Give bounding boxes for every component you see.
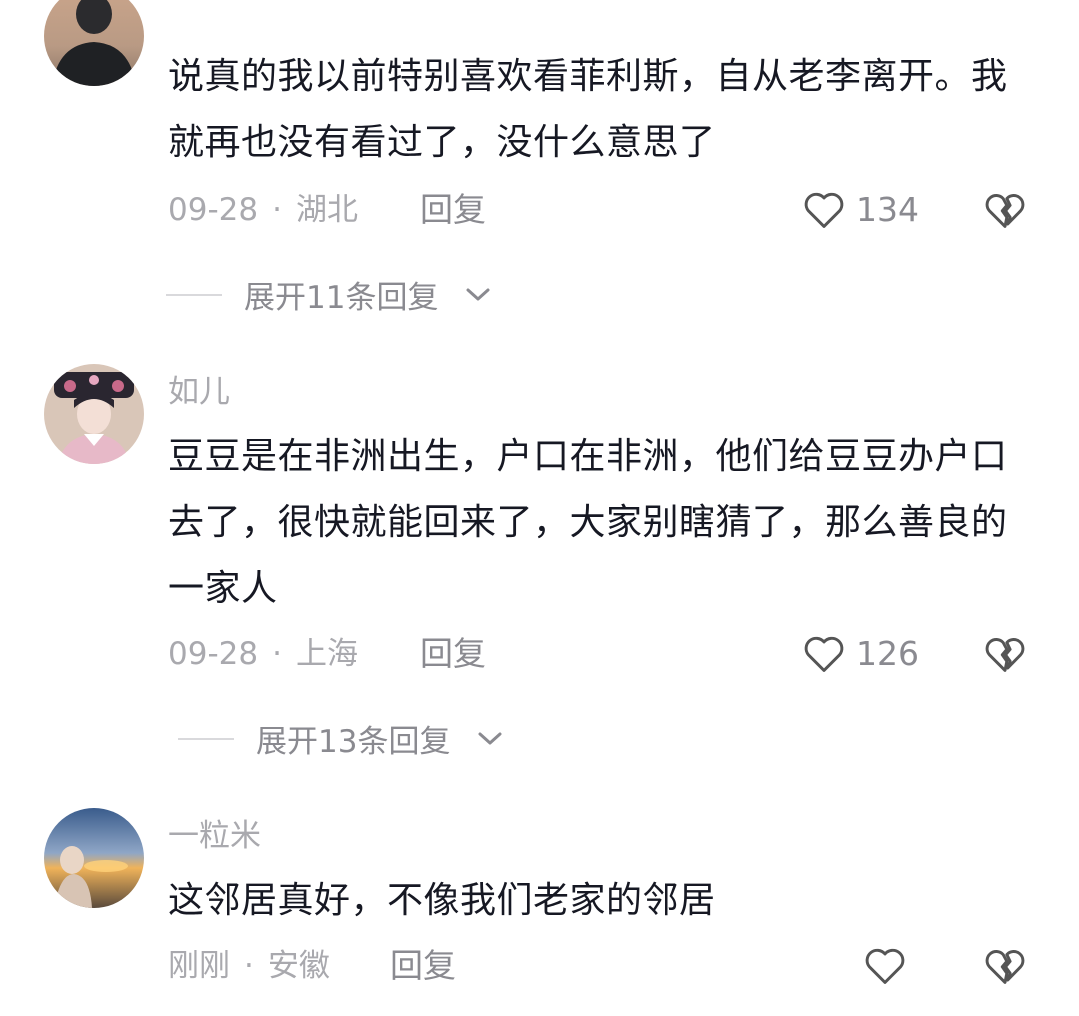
comment-location: 湖北 (295, 192, 358, 228)
comment-text: 这邻居真好，不像我们老家的邻居 (168, 880, 716, 921)
avatar[interactable] (44, 0, 144, 86)
divider-line (178, 737, 234, 740)
username[interactable]: 如儿 (168, 372, 230, 412)
like-count: 134 (856, 189, 919, 229)
comment-date: 09-28 (168, 636, 259, 672)
reply-button[interactable]: 回复 (420, 634, 486, 674)
separator-dot: · (272, 192, 282, 228)
comment-text: 说真的我以前特别喜欢看菲利斯，自从老李离开。我就再也没有看过了，没什么意思了 (168, 56, 1008, 163)
comment-meta: 刚刚 · 安徽 (168, 946, 330, 986)
like-button[interactable]: 134 (802, 188, 919, 230)
avatar-image (44, 364, 144, 464)
expand-replies-button[interactable]: 展开13条回复 (178, 716, 504, 761)
heart-outline-icon (802, 188, 846, 230)
dislike-button[interactable] (983, 632, 1027, 674)
dislike-button[interactable] (983, 188, 1027, 230)
broken-heart-icon (983, 944, 1027, 986)
broken-heart-icon (983, 188, 1027, 230)
expand-replies-label: 展开13条回复 (256, 724, 451, 760)
expand-replies-button[interactable]: 展开11条回复 (166, 272, 492, 317)
heart-outline-icon (863, 944, 907, 986)
username[interactable]: 一粒米 (168, 816, 261, 856)
chevron-down-icon (472, 729, 504, 749)
like-button[interactable] (863, 944, 917, 986)
comment-date: 刚刚 (168, 948, 230, 984)
comment-text: 豆豆是在非洲出生，户口在非洲，他们给豆豆办户口去了，很快就能回来了，大家别瞎猜了… (168, 436, 1008, 609)
comment-date: 09-28 (168, 192, 259, 228)
broken-heart-icon (983, 632, 1027, 674)
reply-button[interactable]: 回复 (420, 190, 486, 230)
avatar-image (44, 0, 144, 86)
avatar-image (44, 808, 144, 908)
divider-line (166, 293, 222, 296)
heart-outline-icon (802, 632, 846, 674)
comment-meta: 09-28 · 上海 (168, 634, 358, 674)
dislike-button[interactable] (983, 944, 1027, 986)
expand-replies-label: 展开11条回复 (244, 280, 439, 316)
separator-dot: · (244, 948, 254, 984)
comment-meta: 09-28 · 湖北 (168, 190, 358, 230)
avatar[interactable] (44, 808, 144, 908)
like-button[interactable]: 126 (802, 632, 919, 674)
comment-location: 安徽 (267, 948, 330, 984)
comment-location: 上海 (295, 636, 358, 672)
chevron-down-icon (460, 285, 492, 305)
like-count: 126 (856, 633, 919, 673)
avatar[interactable] (44, 364, 144, 464)
separator-dot: · (272, 636, 282, 672)
reply-button[interactable]: 回复 (390, 946, 456, 986)
